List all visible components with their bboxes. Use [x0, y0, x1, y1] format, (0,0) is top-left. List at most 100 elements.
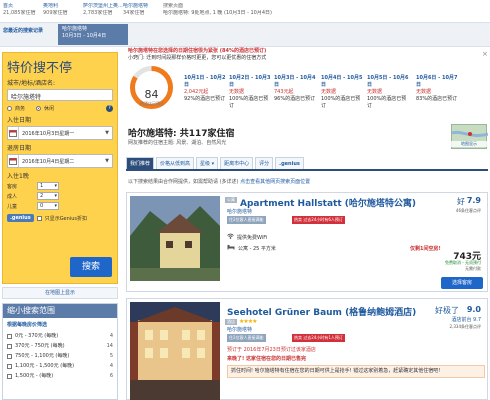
- checkout-value: 2016年10月4日星期二: [22, 158, 75, 165]
- price-filter-checkbox[interactable]: [7, 343, 12, 349]
- night-option-date: 10月5日 - 10月6日: [367, 75, 409, 88]
- review-count[interactable]: 2,334条住客点评: [450, 324, 481, 330]
- map-thumbnail-label[interactable]: 地图显示: [451, 141, 487, 147]
- rooms-select[interactable]: 1: [37, 182, 59, 190]
- price-filter-checkbox[interactable]: [7, 363, 12, 369]
- hotel-photo[interactable]: [130, 302, 220, 400]
- breadcrumb-current: 搜索页面: [163, 3, 184, 9]
- price-filter-checkbox[interactable]: [7, 333, 12, 339]
- sort-tab-stars[interactable]: 星级 ▾: [196, 157, 219, 169]
- breadcrumb-count: 34家住宿: [123, 10, 145, 16]
- hotel-card[interactable]: 公寓 Apartment Hallstatt (哈尔施塔特公寓) 哈尔施塔特 住…: [126, 192, 488, 292]
- price-filter-count: 6: [109, 373, 113, 379]
- recent-search-tab[interactable]: 哈尔施塔特 10月3日 - 10月4日: [58, 24, 128, 45]
- price-filter-checkbox[interactable]: [7, 353, 12, 359]
- breadcrumb-country[interactable]: 奥地利: [43, 3, 83, 10]
- hotel-name[interactable]: Seehotel Grüner Baum (格鲁纳鲍姆酒店): [227, 305, 416, 318]
- price-filter-label: 0元 - 370元 (每晚): [15, 333, 59, 339]
- price-filter-count: 14: [106, 343, 113, 349]
- sort-tab-recommended[interactable]: 我们推荐: [126, 157, 155, 169]
- night-option[interactable]: 10月2日 - 10月3日 无数据 100%的酒店已预订: [229, 75, 273, 110]
- filter-panel-title: 缩小搜索范围: [3, 304, 117, 318]
- hotel-feature: 提供免费WiFi: [227, 233, 267, 241]
- availability-notice: 哈尔施塔特在您选择的日期住宿很为紧张 (84%的酒店已预订) 小窍门: 迁到时间…: [128, 48, 418, 62]
- breadcrumb-city[interactable]: 哈尔施塔特: [123, 3, 163, 10]
- genius-filter-row: .genius 只显示Genius折扣: [7, 214, 113, 222]
- search-panel-title: 特价搜不停: [7, 61, 73, 76]
- close-icon[interactable]: ×: [482, 50, 488, 58]
- trip-type-leisure-label: 休闲: [44, 106, 55, 112]
- genius-badge: .genius: [7, 214, 34, 222]
- night-option[interactable]: 10月1日 - 10月2日 2,042元起 92%的酒店已预订: [184, 75, 228, 103]
- recent-search-city: 哈尔施塔特: [62, 26, 88, 32]
- sold-out-tip-text: 抓住时间! 哈尔施塔特有住宿在您的日期可供上是抢手! 错过这家别着急，赶紧确定其…: [231, 368, 441, 374]
- review-count[interactable]: 46条住客点评: [456, 208, 481, 214]
- availability-notice-headline: 哈尔施塔特在您选择的日期住宿很为紧张 (84%的酒店已预订): [128, 48, 267, 54]
- price-filter-title: 根据每晚房价筛选: [7, 322, 48, 328]
- night-option-booked: 83%的酒店已预订: [416, 96, 458, 102]
- night-option-price: 无数据: [321, 89, 337, 95]
- chevron-down-icon[interactable]: ▼: [102, 130, 112, 136]
- genius-only-checkbox[interactable]: [36, 215, 42, 221]
- hotel-room-text: 公寓 - 25 平方米: [238, 245, 276, 252]
- breadcrumb-count: 909家住宿: [43, 10, 68, 16]
- price-filter-checkbox[interactable]: [7, 373, 12, 379]
- results-note-text: 以下搜索结果由合作网提供，如需帮助请 (多详述): [128, 179, 239, 185]
- hotel-location[interactable]: 哈尔施塔特: [227, 208, 252, 215]
- recent-searches-label: 您最近的搜索记录: [3, 28, 44, 34]
- night-option[interactable]: 10月5日 - 10月6日 无数据 100%的酒店已预订: [367, 75, 411, 110]
- price-filter-option[interactable]: 750元 - 1,100元 (每晚) 5: [3, 351, 117, 361]
- night-option-price: 无数据: [229, 89, 245, 95]
- destination-input[interactable]: 哈尔施塔特: [7, 89, 113, 101]
- sort-tab-price[interactable]: 价格从低到高: [156, 157, 195, 169]
- trip-type-business-label: 商务: [15, 106, 26, 112]
- review-score: 7.9: [466, 196, 481, 205]
- nights-count: 入住1晚: [7, 173, 29, 180]
- price-filter-count: 4: [109, 363, 113, 369]
- breadcrumb-region[interactable]: 萨尔茨堡州上奥...: [83, 3, 123, 10]
- night-option-booked: 96%的酒店已预订: [274, 96, 316, 102]
- children-select[interactable]: 0: [37, 202, 59, 210]
- adults-row: 成人 2: [7, 192, 113, 200]
- hotel-location[interactable]: 哈尔施塔特: [227, 326, 252, 333]
- sort-tab-genius[interactable]: .genius: [275, 157, 304, 169]
- review-score-word: 好: [457, 197, 465, 206]
- calendar-icon[interactable]: [8, 127, 19, 139]
- show-on-map-link[interactable]: 在地图上显示: [2, 287, 118, 299]
- search-button[interactable]: 搜索: [70, 257, 112, 277]
- trip-type-leisure-radio[interactable]: [36, 106, 42, 111]
- results-note-link[interactable]: 点击查看其他网页搜索页面位置: [240, 179, 310, 185]
- night-option-booked: 100%的酒店已预订: [321, 96, 361, 109]
- sort-bar: 我们推荐 价格从低到高 星级 ▾ 距离市中心 评分 .genius: [126, 157, 488, 171]
- price-filter-option[interactable]: 1,100元 - 1,500元 (每晚) 4: [3, 361, 117, 371]
- checkin-field[interactable]: 2016年10月3日星期一 ▼: [7, 126, 113, 140]
- hotel-room-info: 公寓 - 25 平方米: [227, 244, 276, 252]
- night-option[interactable]: 10月4日 - 10月5日 无数据 100%的酒店已预订: [321, 75, 365, 110]
- calendar-icon[interactable]: [8, 155, 19, 167]
- trip-type-business-radio[interactable]: [7, 106, 12, 111]
- price-filter-option[interactable]: 370元 - 750元 (每晚) 14: [3, 341, 117, 351]
- choose-room-button[interactable]: 选择客房: [441, 277, 483, 289]
- help-icon[interactable]: ?: [106, 105, 113, 112]
- occupancy-percent: 84: [144, 88, 159, 101]
- chevron-down-icon[interactable]: ▼: [102, 158, 112, 164]
- hotel-card[interactable]: Seehotel Grüner Baum (格鲁纳鲍姆酒店) 酒店 ★★★★ 哈…: [126, 298, 488, 400]
- price-filter-option[interactable]: 1,500元 - (每晚) 6: [3, 371, 117, 381]
- hotel-tag: 住2位客人直接满能: [227, 334, 266, 342]
- sort-tab-distance[interactable]: 距离市中心: [220, 157, 254, 169]
- previous-booking-note: 预订于 2016年7月23日预订过该家酒店: [227, 347, 316, 353]
- night-option-booked: 100%的酒店已预订: [229, 96, 269, 109]
- price-filter-label: 1,100元 - 1,500元 (每晚): [15, 363, 75, 369]
- hot-sale-tag: 热卖 过去24小时有1人预订: [292, 334, 345, 342]
- hotel-name[interactable]: Apartment Hallstatt (哈尔施塔特公寓): [240, 196, 416, 209]
- night-option[interactable]: 10月6日 - 10月7日 无数据 83%的酒店已预订: [416, 75, 460, 103]
- price-filter-option[interactable]: 0元 - 370元 (每晚) 4: [3, 331, 117, 341]
- breadcrumb-home[interactable]: 首页: [3, 3, 43, 10]
- checkout-field[interactable]: 2016年10月4日星期二 ▼: [7, 154, 113, 168]
- review-score: 9.0: [466, 305, 481, 314]
- hotel-feature-text: 提供免费WiFi: [237, 234, 268, 241]
- hotel-photo[interactable]: [130, 196, 220, 281]
- sort-tab-score[interactable]: 评分: [255, 157, 274, 169]
- night-option[interactable]: 10月3日 - 10月4日 743元起 96%的酒店已预订: [274, 75, 318, 103]
- adults-select[interactable]: 2: [37, 192, 59, 200]
